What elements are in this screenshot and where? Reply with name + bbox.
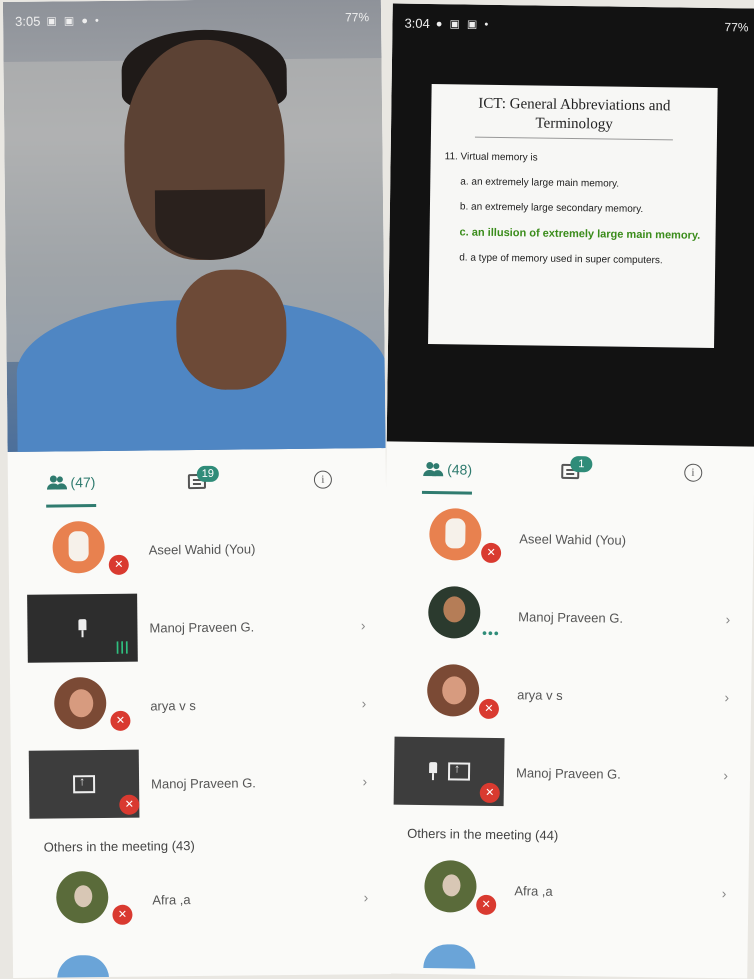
- video-thumbnail: |||: [27, 593, 138, 663]
- participant-name: Manoj Praveen G.: [515, 764, 621, 782]
- pin-icon[interactable]: [77, 619, 87, 637]
- left-phone-screen: 3:05 ▣ ▣ ● • 77% (47) 19 i ✕ Aseel Wahid…: [2, 0, 392, 978]
- tab-info[interactable]: i: [631, 443, 754, 503]
- battery-level: 77%: [724, 20, 749, 35]
- avatar: [426, 664, 480, 717]
- chat-unread-badge: 19: [196, 465, 219, 483]
- chat-unread-badge: 1: [570, 456, 593, 473]
- tab-chat[interactable]: 19: [134, 451, 261, 510]
- avatar: [427, 586, 481, 639]
- participant-row[interactable]: ✕ Manoj Praveen G. ›: [382, 731, 751, 814]
- participant-row[interactable]: ✕ Afra ,a ›: [12, 858, 391, 940]
- main-video-feed: [2, 0, 386, 452]
- mic-off-icon: ✕: [479, 782, 500, 804]
- present-screen-icon: [73, 775, 96, 794]
- mic-off-icon: ✕: [480, 542, 502, 564]
- participant-row[interactable]: ||| Manoj Praveen G. ›: [9, 586, 388, 668]
- avatar: [56, 870, 109, 924]
- chevron-right-icon[interactable]: ›: [722, 885, 727, 901]
- status-bar: 3:04 ● ▣ ▣ • 77%: [392, 3, 754, 46]
- info-icon: i: [313, 470, 333, 489]
- slide-option: a. an extremely large main memory.: [460, 176, 620, 190]
- participant-row[interactable]: ✕ Aseel Wahid (You): [385, 497, 754, 580]
- participant-row[interactable]: [13, 936, 391, 978]
- others-section-title: Others in the meeting (43): [43, 838, 195, 855]
- status-bar: 3:05 ▣ ▣ ● • 77%: [3, 0, 381, 40]
- audio-level-icon: |||: [115, 638, 130, 654]
- mic-off-icon: ✕: [110, 710, 131, 731]
- tab-chat[interactable]: 1: [509, 441, 632, 501]
- mic-off-icon: ✕: [119, 794, 140, 815]
- participant-name: Manoj Praveen G.: [149, 618, 255, 636]
- participant-row[interactable]: [379, 927, 748, 972]
- participant-name: Afra ,a: [514, 882, 553, 899]
- mic-off-icon: ✕: [112, 904, 133, 925]
- mic-off-icon: ✕: [108, 554, 129, 575]
- more-dots-icon: •••: [481, 624, 500, 642]
- meeting-tabs: (48) 1 i: [386, 439, 754, 502]
- participant-row[interactable]: ✕ Aseel Wahid (You): [8, 508, 387, 590]
- tab-info[interactable]: i: [260, 450, 387, 509]
- slide-option: b. an extremely large secondary memory.: [459, 201, 644, 215]
- mic-off-icon: ✕: [478, 698, 500, 720]
- participant-row[interactable]: ••• Manoj Praveen G. ›: [384, 575, 753, 658]
- present-screen-icon: [447, 762, 471, 781]
- tab-people[interactable]: (47): [8, 453, 135, 512]
- participant-list: ✕ Aseel Wahid (You) ||| Manoj Praveen G.…: [8, 508, 389, 824]
- slide-option: d. a type of memory used in super comput…: [459, 252, 663, 267]
- pin-icon[interactable]: [428, 762, 438, 780]
- participant-row[interactable]: ✕ arya v s ›: [383, 653, 752, 736]
- slide-question: 11. Virtual memory is: [444, 151, 538, 164]
- chevron-right-icon[interactable]: ›: [362, 773, 367, 789]
- participant-name: arya v s: [517, 686, 563, 703]
- others-section-title: Others in the meeting (44): [407, 825, 559, 843]
- people-icon: [423, 462, 444, 477]
- participant-name: Aseel Wahid (You): [148, 540, 256, 558]
- participant-row[interactable]: ✕ Manoj Praveen G. ›: [11, 742, 390, 824]
- people-count: (48): [447, 461, 473, 478]
- people-icon: [46, 475, 67, 490]
- slide-title: ICT: General Abbreviations and Terminolo…: [474, 94, 674, 141]
- avatar: [53, 676, 107, 730]
- chevron-right-icon[interactable]: ›: [725, 611, 730, 627]
- participant-name: Afra ,a: [152, 891, 191, 907]
- mic-off-icon: ✕: [476, 894, 497, 916]
- participant-list: ✕ Aseel Wahid (You) ••• Manoj Praveen G.…: [382, 497, 754, 814]
- avatar: [424, 860, 477, 913]
- avatar: [56, 954, 110, 978]
- status-time: 3:05: [15, 13, 41, 29]
- participant-row[interactable]: ✕ arya v s ›: [10, 664, 389, 746]
- avatar: [423, 944, 476, 969]
- meeting-tabs: (47) 19 i: [8, 450, 387, 512]
- presentation-slide: ICT: General Abbreviations and Terminolo…: [428, 84, 718, 348]
- participant-name: Aseel Wahid (You): [519, 530, 627, 548]
- chevron-right-icon[interactable]: ›: [362, 695, 367, 711]
- battery-level: 77%: [344, 10, 370, 25]
- active-tab-indicator: [422, 490, 473, 495]
- avatar: [429, 508, 482, 561]
- others-list: ✕ Afra ,a ›: [379, 849, 749, 972]
- tab-people[interactable]: (48): [386, 439, 509, 499]
- participant-name: arya v s: [150, 697, 196, 714]
- chevron-right-icon[interactable]: ›: [724, 689, 729, 705]
- others-list: ✕ Afra ,a ›: [12, 858, 391, 978]
- slide-option-correct: c. an illusion of extremely large main m…: [459, 226, 701, 242]
- notification-icons: ● ▣ ▣ •: [435, 17, 491, 31]
- active-tab-indicator: [46, 504, 97, 508]
- participant-name: Manoj Praveen G.: [151, 774, 256, 791]
- chevron-right-icon[interactable]: ›: [361, 617, 366, 633]
- people-count: (47): [70, 474, 96, 491]
- chevron-right-icon[interactable]: ›: [723, 767, 728, 783]
- status-time: 3:04: [404, 15, 430, 31]
- presentation-feed: ICT: General Abbreviations and Terminolo…: [386, 3, 754, 447]
- chevron-right-icon[interactable]: ›: [364, 889, 369, 905]
- notification-icons: ▣ ▣ ● •: [46, 14, 101, 28]
- right-phone-screen: ICT: General Abbreviations and Terminolo…: [379, 3, 754, 979]
- participant-name: Manoj Praveen G.: [518, 608, 624, 626]
- avatar: [52, 520, 105, 574]
- info-icon: i: [683, 463, 703, 482]
- participant-row[interactable]: ✕ Afra ,a ›: [380, 849, 749, 932]
